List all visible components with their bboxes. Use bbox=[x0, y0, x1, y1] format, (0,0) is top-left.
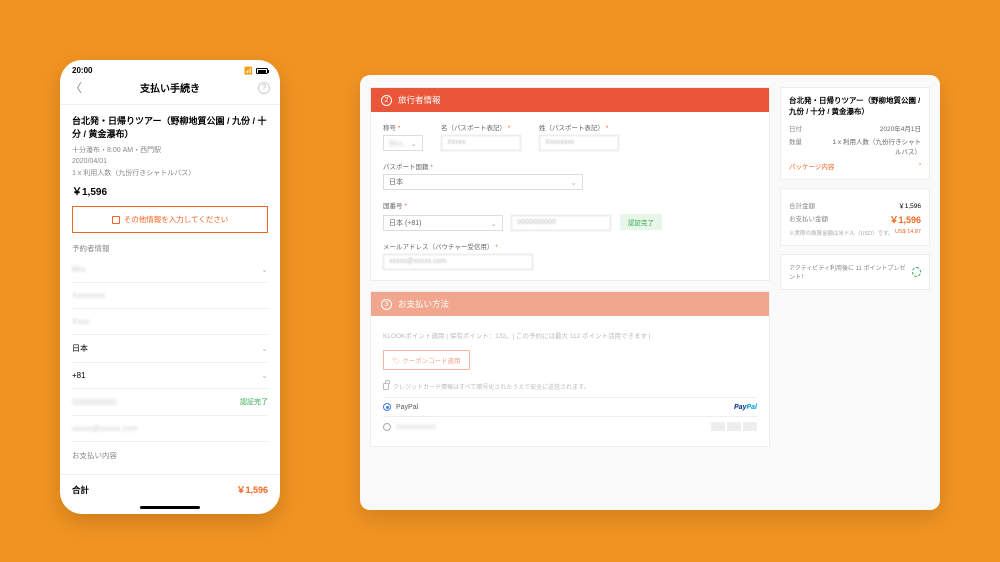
phone-footer: 合計 ￥1,596 bbox=[60, 474, 280, 506]
paypal-option[interactable]: PayPal PayPal bbox=[383, 397, 757, 416]
phone-input[interactable]: 0000000000 bbox=[511, 215, 611, 231]
field-country-code[interactable]: +81⌄ bbox=[72, 366, 268, 385]
email-input[interactable]: xxxxx@xxxxx.com bbox=[383, 254, 533, 270]
radio-icon bbox=[383, 423, 391, 431]
side-tour-title: 台北発・日帰りツアー（野柳地質公園 / 九份 / 十分 / 黄金瀑布） bbox=[789, 96, 921, 117]
chevron-down-icon: ⌄ bbox=[261, 371, 268, 380]
tour-date: 2020/04/01 bbox=[72, 158, 268, 165]
status-time: 20:00 bbox=[72, 66, 92, 75]
cc-security-note: クレジットカード情報はすべて暗号化されたうえで安全に送信されます。 bbox=[383, 376, 757, 397]
radio-icon bbox=[383, 403, 391, 411]
verify-badge: 認証完了 bbox=[240, 397, 268, 407]
lastname-input[interactable]: Xxxxxxxx bbox=[539, 135, 619, 151]
desktop-mockup: 2 旅行者情報 称号 * Mrs.⌄ 名（パスポート表記） * Xxxxx 姓（… bbox=[360, 75, 940, 510]
traveler-header: 2 旅行者情報 bbox=[371, 88, 769, 112]
help-button[interactable]: ? bbox=[258, 82, 270, 94]
points-reward: アクティビティ利用後に 11 ポイントプレゼント！ bbox=[780, 254, 930, 290]
tour-quantity: 1 x 利用人数（九份行きシャトルバス） bbox=[72, 168, 268, 178]
coupon-button[interactable]: 🏷 クーポンコード適用 bbox=[383, 350, 470, 370]
card-option[interactable]: xxxxxxxxxx bbox=[383, 416, 757, 436]
phone-mockup: 20:00 〈 支払い手続き ? 台北発・日帰りツアー（野柳地質公園 / 九份 … bbox=[60, 60, 280, 514]
firstname-input[interactable]: Xxxxx bbox=[441, 135, 521, 151]
enter-info-button[interactable]: その他情報を入力してください bbox=[72, 206, 268, 233]
payment-section-label: お支払い内容 bbox=[72, 450, 268, 461]
paypal-logo-icon: PayPal bbox=[734, 404, 757, 411]
reward-badge-icon bbox=[912, 267, 921, 277]
chevron-down-icon: ⌄ bbox=[261, 344, 268, 353]
signal-icon bbox=[244, 66, 253, 75]
total-label: 合計 bbox=[72, 484, 89, 496]
points-row: KLOOKポイント適用 | 保有ポイント：132。| この予約には最大 112 … bbox=[383, 326, 757, 344]
field-firstname[interactable]: Xxxxxxxx bbox=[72, 286, 268, 305]
title-select[interactable]: Mrs.⌄ bbox=[383, 135, 423, 151]
payment-panel: 3 お支払い方法 KLOOKポイント適用 | 保有ポイント：132。| この予約… bbox=[370, 291, 770, 447]
tour-title: 台北発・日帰りツアー（野柳地質公園 / 九份 / 十分 / 黄金瀑布） bbox=[72, 115, 268, 140]
summary-sidebar: 台北発・日帰りツアー（野柳地質公園 / 九份 / 十分 / 黄金瀑布） 日付20… bbox=[780, 87, 930, 498]
chevron-down-icon: ⌄ bbox=[261, 265, 268, 274]
nav-title: 支払い手続き bbox=[82, 80, 258, 95]
lock-icon bbox=[383, 383, 389, 390]
booker-section-label: 予約者情報 bbox=[72, 243, 268, 254]
verify-badge: 認証完了 bbox=[619, 213, 663, 231]
country-code-select[interactable]: 日本 (+81)⌄ bbox=[383, 215, 503, 231]
total-value: ￥1,596 bbox=[236, 483, 268, 496]
status-bar: 20:00 bbox=[60, 60, 280, 77]
nationality-select[interactable]: 日本⌄ bbox=[383, 174, 583, 190]
battery-icon bbox=[256, 68, 268, 74]
payment-header: 3 お支払い方法 bbox=[371, 292, 769, 316]
field-phone[interactable]: 0000000000認証完了 bbox=[72, 392, 268, 412]
nav-bar: 〈 支払い手続き ? bbox=[60, 77, 280, 105]
field-email[interactable]: xxxxx@xxxxx.com bbox=[72, 419, 268, 438]
home-indicator bbox=[140, 506, 200, 509]
back-button[interactable]: 〈 bbox=[70, 79, 82, 96]
tour-price: ￥1,596 bbox=[72, 183, 268, 198]
traveler-panel: 2 旅行者情報 称号 * Mrs.⌄ 名（パスポート表記） * Xxxxx 姓（… bbox=[370, 87, 770, 281]
tour-subtitle: 十分瀑布・8:00 AM・西門駅 bbox=[72, 145, 268, 155]
field-lastname[interactable]: Xxxx bbox=[72, 312, 268, 331]
field-title[interactable]: Mrs.⌄ bbox=[72, 260, 268, 279]
package-details-link[interactable]: パッケージ内容› bbox=[789, 161, 921, 171]
field-country[interactable]: 日本⌄ bbox=[72, 338, 268, 359]
edit-icon bbox=[112, 216, 120, 224]
